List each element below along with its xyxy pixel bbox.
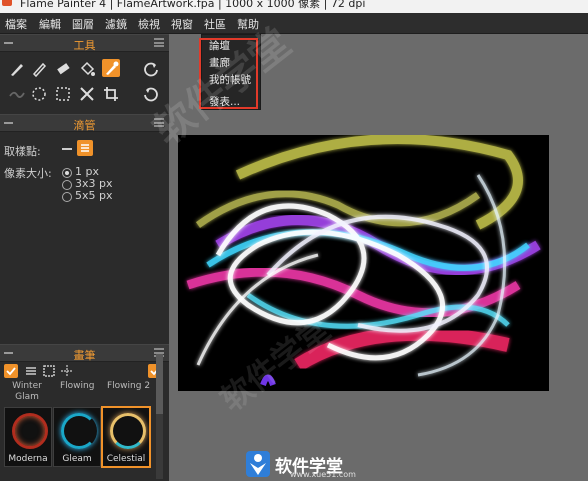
pen-icon[interactable]	[30, 60, 48, 78]
menu-file[interactable]: 檔案	[5, 16, 27, 32]
menu-window[interactable]: 視窗	[171, 16, 193, 32]
canvas[interactable]	[178, 135, 549, 391]
dropper-panel-title: 滴管	[73, 119, 96, 132]
selection-icon[interactable]	[54, 85, 72, 103]
brush-thumbnail[interactable]: Gleam	[53, 407, 101, 467]
size-radio-1px[interactable]	[62, 168, 72, 178]
brush-list-view-icon[interactable]	[4, 364, 18, 378]
move-icon[interactable]	[78, 85, 96, 103]
title-bar: Flame Painter 4 | FlameArtwork.fpa | 100…	[0, 0, 588, 13]
pixel-size-label: 像素大小:	[4, 167, 52, 180]
brush-name: Moderna	[8, 454, 48, 464]
brush-icon[interactable]	[8, 60, 26, 78]
brush-panel-header[interactable]: 畫筆	[0, 344, 169, 362]
sample-point-list-icon[interactable]	[77, 140, 93, 156]
menu-view[interactable]: 檢視	[138, 16, 160, 32]
menu-layer[interactable]: 圖層	[72, 16, 94, 32]
size-radio-5x5[interactable]	[62, 192, 72, 202]
crop-icon[interactable]	[102, 85, 120, 103]
sample-point-label: 取樣點:	[4, 145, 41, 158]
brush-thumbnail-selected[interactable]: Celestial	[101, 406, 151, 468]
brush-stack-icon[interactable]	[24, 364, 38, 378]
watermark-logo-icon	[246, 451, 270, 477]
menu-community[interactable]: 社區	[204, 16, 226, 32]
menu-filter[interactable]: 濾鏡	[105, 16, 127, 32]
eraser-icon[interactable]	[54, 60, 72, 78]
eyedropper-icon[interactable]	[102, 59, 120, 77]
size-radio-3x3[interactable]	[62, 180, 72, 190]
pattern-icon[interactable]	[30, 85, 48, 103]
tools-panel-title: 工具	[73, 39, 96, 52]
fill-icon[interactable]	[78, 60, 96, 78]
brush-grid-icon[interactable]	[42, 364, 56, 378]
sample-point-single-icon[interactable]	[62, 148, 72, 150]
rotate-icon[interactable]	[142, 60, 160, 78]
brush-preview	[110, 413, 146, 449]
flame-artwork	[186, 135, 541, 387]
tools-panel-header[interactable]: 工具	[0, 34, 169, 52]
brush-preview	[12, 413, 48, 449]
watermark-url: www.xue51.com	[290, 470, 356, 479]
brush-label-flowing[interactable]: Flowing	[60, 381, 94, 391]
brush-thumbnail[interactable]: Moderna	[4, 407, 52, 467]
window-title: Flame Painter 4 | FlameArtwork.fpa | 100…	[20, 0, 366, 10]
brush-label-flowing-2[interactable]: Flowing 2	[107, 381, 150, 391]
brush-scrollbar-thumb[interactable]	[156, 354, 163, 414]
panel-menu-icon[interactable]	[154, 38, 164, 47]
brush-preview	[61, 413, 97, 449]
menu-bar: 檔案 編輯 圖層 濾鏡 檢視 視窗 社區 幫助	[0, 13, 588, 34]
brush-name: Celestial	[106, 454, 146, 464]
menu-edit[interactable]: 編輯	[39, 16, 61, 32]
brush-panel-title: 畫筆	[73, 349, 96, 362]
size-option-5x5[interactable]: 5x5 px	[75, 189, 113, 202]
brush-sparkle-icon[interactable]	[60, 364, 74, 378]
smudge-icon[interactable]	[8, 85, 26, 103]
app-icon	[2, 0, 12, 6]
brush-label-winter-glam[interactable]: Winter Glam	[12, 381, 42, 403]
brush-name: Gleam	[62, 454, 92, 464]
